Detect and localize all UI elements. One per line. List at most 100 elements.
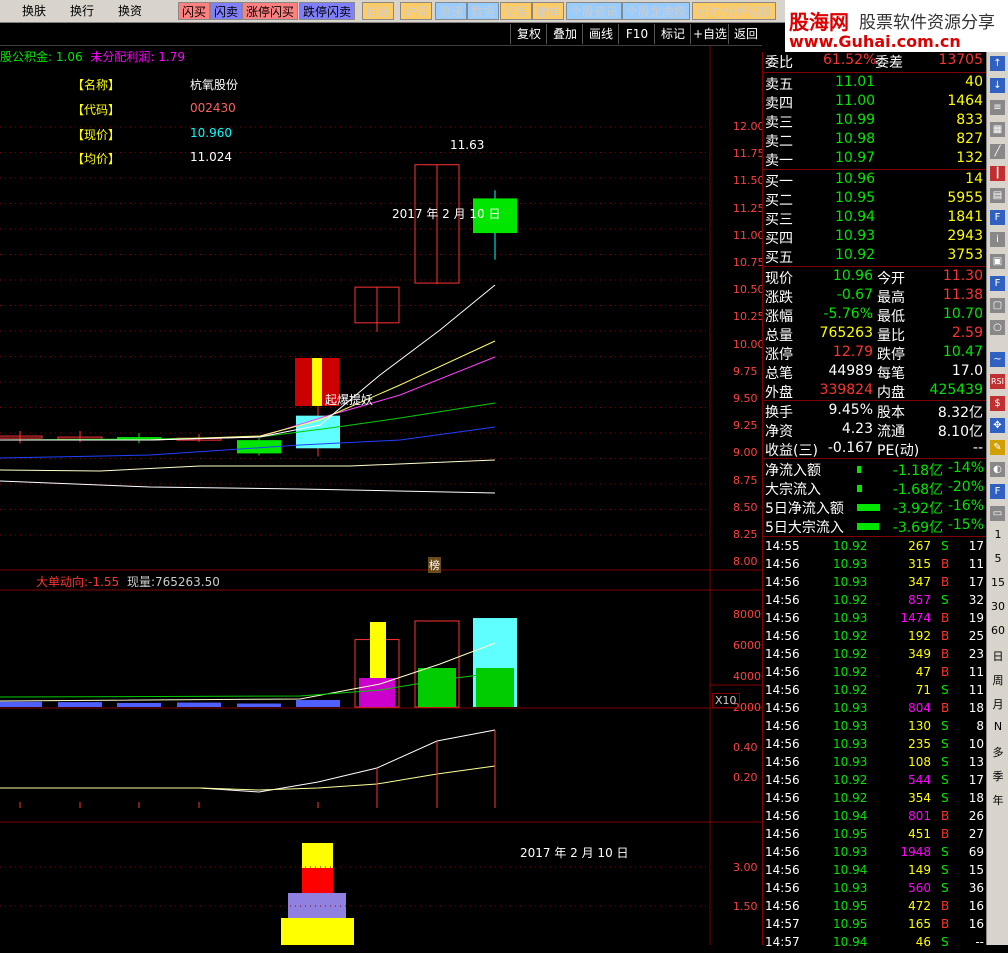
ask-volume: 833 <box>956 112 983 128</box>
flash-sell-button[interactable]: 闪卖 <box>210 2 243 20</box>
tick-row: 14:56 10.95 451 B 27 <box>763 827 987 845</box>
tick-volume: 46 <box>915 935 931 949</box>
dragon-tiger-button[interactable]: 个股龙虎榜 <box>622 2 691 20</box>
doc-icon[interactable]: ▣ <box>990 254 1005 269</box>
f2-icon[interactable]: F <box>990 276 1005 291</box>
mark-button[interactable]: 标记 <box>654 24 691 44</box>
info-icon[interactable]: i <box>990 232 1005 247</box>
menu-capital[interactable]: 换资 <box>118 2 142 20</box>
add-watchlist-button[interactable]: +自选 <box>690 24 729 44</box>
price-axis-label: 9.75 <box>733 364 758 378</box>
tick-side: S <box>941 539 949 553</box>
speedtest-button[interactable]: 测速 <box>435 2 468 20</box>
fundamental-value: 8.32亿 <box>937 405 983 421</box>
info-value: 11.024 <box>190 150 232 164</box>
tick-side: B <box>941 575 950 589</box>
ask-row[interactable]: 卖四 11.00 1464 <box>763 93 987 112</box>
period-60[interactable]: 60 <box>989 624 1007 637</box>
bid-row[interactable]: 买一 10.96 14 <box>763 171 987 190</box>
period-5[interactable]: 5 <box>989 552 1007 565</box>
rsi-icon[interactable]: RSI <box>990 374 1005 389</box>
tick-count: 18 <box>968 791 984 805</box>
arrow-down-icon[interactable]: ↓ <box>990 78 1005 93</box>
f10-icon[interactable]: F <box>990 210 1005 225</box>
move-icon[interactable]: ✥ <box>990 418 1005 433</box>
cancel-order-button[interactable]: 撤单 <box>532 2 565 20</box>
tick-side: S <box>941 935 949 949</box>
kline-icon[interactable]: ┃ <box>990 166 1005 181</box>
quote-value: 339824 <box>819 382 873 398</box>
bid-level-label: 买五 <box>765 250 793 266</box>
flash-buy-button[interactable]: 闪买 <box>178 2 211 20</box>
tick-side: S <box>941 683 949 697</box>
grid-icon[interactable]: ▦ <box>990 122 1005 137</box>
limit-down-sell-button[interactable]: 跌停闪卖 <box>299 2 356 20</box>
trade-button[interactable]: 交易 <box>500 2 533 20</box>
f5-icon[interactable]: F <box>990 484 1005 499</box>
side-toolbar: ↑ ↓ ≡ ▦ ╱ ┃ ▤ F i ▣ F ▢ ○ ~ RSI $ ✥ ✎ ◐ … <box>986 52 1008 945</box>
quote-label: 最低 <box>877 309 905 325</box>
watchlist-button[interactable]: 自选 <box>362 2 395 20</box>
volume-bar <box>0 701 42 707</box>
bid-row[interactable]: 买五 10.92 3753 <box>763 247 987 266</box>
tick-count: 17 <box>968 539 984 553</box>
menu-wrap[interactable]: 换行 <box>70 2 94 20</box>
pencil-icon[interactable]: ✎ <box>990 440 1005 455</box>
tick-row: 14:56 10.92 192 B 25 <box>763 629 987 647</box>
circle2-icon[interactable]: ◐ <box>990 462 1005 477</box>
menu-skin[interactable]: 换肤 <box>22 2 46 20</box>
ask-row[interactable]: 卖三 10.99 833 <box>763 112 987 131</box>
period-月[interactable]: 月 <box>989 696 1007 712</box>
draw-line-button[interactable]: 画线 <box>582 24 619 44</box>
ask-row[interactable]: 卖一 10.97 132 <box>763 150 987 169</box>
volume-bar <box>177 702 221 707</box>
price-axis-label: 10.50 <box>733 283 765 297</box>
switch-view-button[interactable]: 分时/分析切换 <box>692 2 777 20</box>
period-季[interactable]: 季 <box>989 768 1007 784</box>
period-N[interactable]: N <box>989 720 1007 733</box>
signal-stripe <box>312 358 322 406</box>
period-15[interactable]: 15 <box>989 576 1007 589</box>
bid-row[interactable]: 买四 10.93 2943 <box>763 228 987 247</box>
ask-row[interactable]: 卖二 10.98 827 <box>763 131 987 150</box>
back-button[interactable]: 返回 <box>728 24 763 44</box>
chart-icon[interactable]: ╱ <box>990 144 1005 159</box>
period-年[interactable]: 年 <box>989 792 1007 808</box>
page-icon[interactable]: ▢ <box>990 298 1005 313</box>
bid-row[interactable]: 买三 10.94 1841 <box>763 209 987 228</box>
big-order-bar <box>370 622 386 678</box>
period-1[interactable]: 1 <box>989 528 1007 541</box>
data-button[interactable]: 数据 <box>467 2 500 20</box>
arrow-up-icon[interactable]: ↑ <box>990 56 1005 71</box>
ask-level-label: 卖一 <box>765 153 793 169</box>
overlay-button[interactable]: 叠加 <box>546 24 583 44</box>
f10-button[interactable]: F10 <box>618 24 655 44</box>
period-日[interactable]: 日 <box>989 648 1007 664</box>
period-多[interactable]: 多 <box>989 744 1007 760</box>
quote-label: 最高 <box>877 290 905 306</box>
tick-time: 14:56 <box>765 719 800 733</box>
list-icon[interactable]: ≡ <box>990 100 1005 115</box>
wave-icon[interactable]: ~ <box>990 352 1005 367</box>
tick-side: S <box>941 845 949 859</box>
tick-volume: 560 <box>908 881 931 895</box>
tick-time: 14:56 <box>765 809 800 823</box>
kline-chart[interactable] <box>0 46 762 945</box>
fundamental-value: 4.23 <box>841 421 873 437</box>
period-周[interactable]: 周 <box>989 672 1007 688</box>
tick-price: 10.95 <box>833 917 868 931</box>
adjust-button[interactable]: 复权 <box>510 24 547 44</box>
table-icon[interactable]: ▤ <box>990 188 1005 203</box>
limit-up-buy-button[interactable]: 涨停闪买 <box>242 2 299 20</box>
bid-row[interactable]: 买二 10.95 5955 <box>763 190 987 209</box>
stack-bar <box>302 868 333 893</box>
shsz-button[interactable]: 沪深 <box>400 2 433 20</box>
period-30[interactable]: 30 <box>989 600 1007 613</box>
ask-row[interactable]: 卖五 11.01 40 <box>763 74 987 93</box>
circle-icon[interactable]: ○ <box>990 320 1005 335</box>
dollar-icon[interactable]: $ <box>990 396 1005 411</box>
fundamental-value: -- <box>972 440 983 456</box>
stock-news-button[interactable]: 个股资讯 <box>566 2 623 20</box>
ask-level-label: 卖五 <box>765 77 793 93</box>
window-icon[interactable]: ▭ <box>990 506 1005 521</box>
